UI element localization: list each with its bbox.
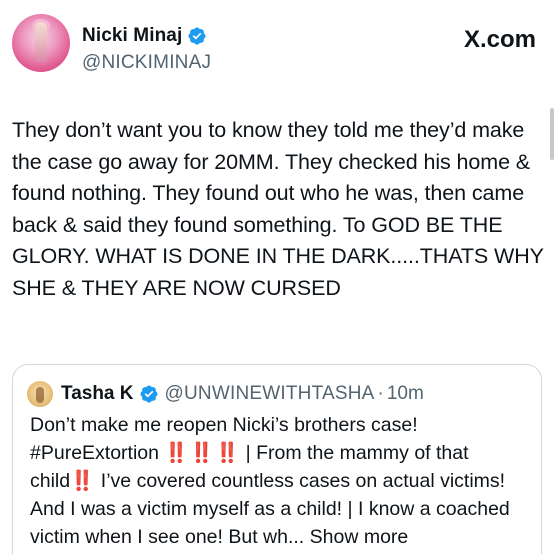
post-header: Nicki Minaj @NICKIMINAJ X.com <box>12 14 542 76</box>
header-separator: · <box>377 383 384 404</box>
double-exclamation-icon: ‼️ <box>189 442 214 464</box>
verified-badge-icon <box>187 26 207 46</box>
quoted-author-handle[interactable]: @UNWINEWITHTASHA <box>165 383 375 405</box>
author-handle[interactable]: @NICKIMINAJ <box>82 52 211 74</box>
double-exclamation-icon: ‼️ <box>164 442 188 464</box>
quoted-post-text: Don’t make me reopen Nicki’s brothers ca… <box>30 411 536 551</box>
quoted-timestamp[interactable]: 10m <box>387 383 424 405</box>
platform-label: X.com <box>463 26 536 53</box>
double-exclamation-icon: ‼️ <box>70 470 94 492</box>
author-avatar[interactable] <box>12 14 70 72</box>
quoted-post-header: Tasha K @UNWINEWITHTASHA · 10m <box>27 381 424 407</box>
double-exclamation-icon: ‼️ <box>214 442 239 464</box>
author-name-row: Nicki Minaj <box>82 23 211 49</box>
quoted-author-display-name[interactable]: Tasha K <box>61 383 134 405</box>
show-more-link[interactable]: Show more <box>304 526 409 548</box>
author-display-name[interactable]: Nicki Minaj <box>82 25 182 47</box>
quoted-post[interactable]: Tasha K @UNWINEWITHTASHA · 10m Don’t mak… <box>12 364 542 554</box>
quoted-text-part: I’ve covered countless cases on actual v… <box>30 470 516 548</box>
verified-badge-icon <box>139 384 159 404</box>
avatar-figure-shape <box>35 22 47 62</box>
x-logo[interactable]: X.com <box>464 26 536 54</box>
author-info: Nicki Minaj @NICKIMINAJ <box>82 23 211 74</box>
scrollbar[interactable] <box>550 108 554 160</box>
quoted-author-avatar[interactable] <box>27 381 53 407</box>
post-text: They don’t want you to know they told me… <box>12 118 550 300</box>
